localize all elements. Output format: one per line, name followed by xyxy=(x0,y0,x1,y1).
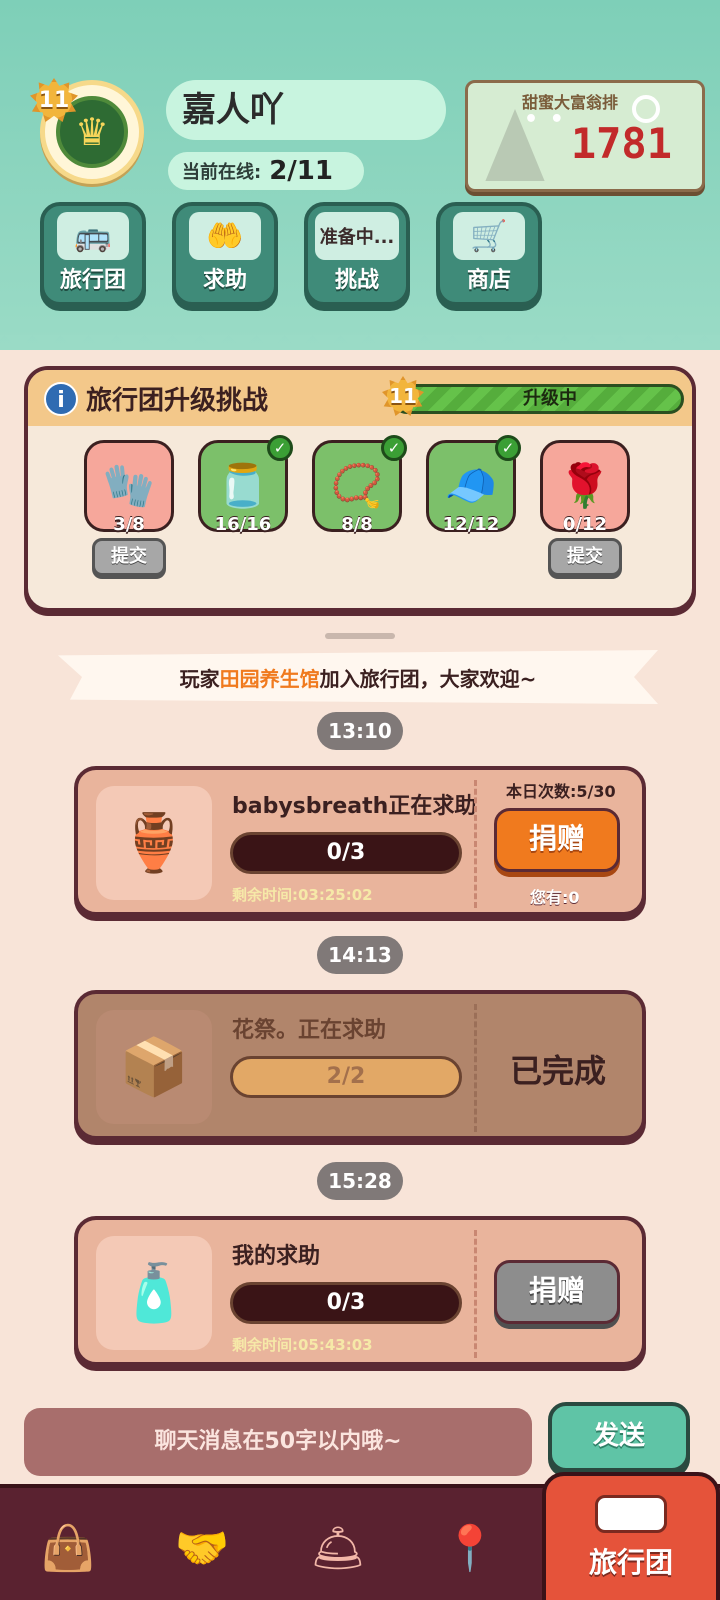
timestamp: 15:28 xyxy=(317,1162,403,1200)
card-divider xyxy=(474,1230,477,1358)
item-count: 3/8 xyxy=(113,514,145,535)
caviar-jar-icon: 🫙 xyxy=(216,461,270,510)
online-status: 当前在线: 2/11 xyxy=(168,152,364,190)
item-slot-cap[interactable]: 🧢 12/12 ✓ xyxy=(426,435,521,535)
service-bell-icon[interactable]: 🛎 xyxy=(288,1508,388,1588)
bag-icon[interactable]: 👜 xyxy=(18,1508,118,1588)
nav-tab-travel-group[interactable]: 旅行团 xyxy=(542,1472,720,1600)
player-name: 嘉人吖 xyxy=(166,80,446,140)
challenge-label: 挑战 xyxy=(334,268,379,293)
upgrade-challenge-panel: i 旅行团升级挑战 升级中 11 🧤 3/8 提交 🫙 16/16 ✓ 📿 8/… xyxy=(24,366,696,612)
necklace-icon: 🌹 xyxy=(558,461,612,510)
chat-input[interactable]: 聊天消息在50字以内哦~ xyxy=(24,1408,532,1476)
upgrade-progress-bar: 升级中 xyxy=(392,384,684,414)
help-progress: 0/3 xyxy=(230,832,462,874)
owned-count: 您有:0 xyxy=(530,888,580,907)
leaderboard-rank: 1781 xyxy=(570,119,672,168)
gloves-icon: 🧤 xyxy=(102,461,156,510)
remaining-time: 剩余时间:05:43:03 xyxy=(232,1336,373,1354)
welcome-suffix: 加入旅行团，大家欢迎~ xyxy=(319,666,537,691)
send-button[interactable]: 发送 xyxy=(548,1402,690,1472)
welcome-banner: 玩家 田园养生馆 加入旅行团，大家欢迎~ xyxy=(58,650,658,704)
help-request-card: 🏺 babysbreath正在求助 0/3 剩余时间:03:25:02 本日次数… xyxy=(74,766,646,916)
submit-button[interactable]: 提交 xyxy=(548,538,622,576)
help-progress: 0/3 xyxy=(230,1282,462,1324)
bus-icon xyxy=(595,1495,667,1533)
panel-drag-handle[interactable] xyxy=(325,633,395,639)
donate-button[interactable]: 捐赠 xyxy=(494,808,620,872)
handshake-icon[interactable]: 🤝 xyxy=(152,1508,252,1588)
help-title: 我的求助 xyxy=(232,1244,321,1269)
travel-group-label: 旅行团 xyxy=(59,268,126,293)
item-slot-necklace[interactable]: 🌹 0/12 xyxy=(540,440,630,535)
item-count: 16/16 xyxy=(214,514,272,535)
item-count: 0/12 xyxy=(562,514,608,535)
daily-count: 本日次数:5/30 xyxy=(506,782,616,801)
sesame-jar-icon: 🏺 xyxy=(96,786,212,900)
upgrade-status: 升级中 xyxy=(523,388,577,409)
leaderboard-card[interactable]: 甜蜜大富翁排 • • 1781 xyxy=(465,80,705,192)
more-dots-icon[interactable]: • • xyxy=(524,107,566,132)
header-zigzag-edge xyxy=(0,335,720,365)
card-divider xyxy=(474,780,477,908)
online-label: 当前在线: xyxy=(182,162,262,183)
upgrade-title: 旅行团升级挑战 xyxy=(86,386,269,416)
submit-button[interactable]: 提交 xyxy=(92,538,166,576)
item-slot-gloves[interactable]: 🧤 3/8 xyxy=(84,440,174,535)
item-count: 8/8 xyxy=(341,514,373,535)
map-pin-icon[interactable]: 📍 xyxy=(420,1508,520,1588)
help-progress: 2/2 xyxy=(230,1056,462,1098)
help-title: babysbreath正在求助 xyxy=(232,794,477,819)
check-icon: ✓ xyxy=(495,435,521,461)
challenge-status: 准备中... xyxy=(315,212,399,260)
donate-button-disabled[interactable]: 捐赠 xyxy=(494,1260,620,1324)
help-title: 花祭。正在求助 xyxy=(232,1018,387,1043)
item-slot-caviar[interactable]: 🫙 16/16 ✓ xyxy=(198,435,293,535)
check-icon: ✓ xyxy=(381,435,407,461)
bus-icon: 🚌 xyxy=(57,212,129,260)
remaining-time: 剩余时间:03:25:02 xyxy=(232,886,373,904)
help-label: 求助 xyxy=(202,268,247,293)
timestamp: 14:13 xyxy=(317,936,403,974)
my-help-request-card: 🧴 我的求助 0/3 剩余时间:05:43:03 捐赠 xyxy=(74,1216,646,1366)
check-icon: ✓ xyxy=(267,435,293,461)
hands-icon: 🤲 xyxy=(189,212,261,260)
gift-box-icon: 📦 xyxy=(96,1010,212,1124)
shop-button[interactable]: 🛒 商店 xyxy=(436,202,542,306)
help-button[interactable]: 🤲 求助 xyxy=(172,202,278,306)
card-divider xyxy=(474,1004,477,1132)
welcome-player-name[interactable]: 田园养生馆 xyxy=(220,663,320,692)
completed-label: 已完成 xyxy=(510,1052,607,1090)
nav-tab-label: 旅行团 xyxy=(588,1546,673,1579)
ink-bottle-icon: 🧴 xyxy=(96,1236,212,1350)
item-count: 12/12 xyxy=(442,514,500,535)
cart-icon: 🛒 xyxy=(453,212,525,260)
item-slot-bracelet[interactable]: 📿 8/8 ✓ xyxy=(312,435,407,535)
welcome-prefix: 玩家 xyxy=(179,666,220,691)
travel-group-button[interactable]: 🚌 旅行团 xyxy=(40,202,146,306)
bracelet-icon: 📿 xyxy=(330,461,384,510)
timestamp: 13:10 xyxy=(317,712,403,750)
info-icon[interactable]: i xyxy=(44,382,78,416)
shop-label: 商店 xyxy=(466,268,511,293)
cap-icon: 🧢 xyxy=(444,461,498,510)
challenge-button[interactable]: 准备中... 挑战 xyxy=(304,202,410,306)
help-request-card-completed: 📦 花祭。正在求助 2/2 已完成 xyxy=(74,990,646,1140)
bottom-nav: 👜 🤝 🛎 📍 旅行团 xyxy=(0,1472,720,1600)
online-value: 2/11 xyxy=(269,156,333,186)
